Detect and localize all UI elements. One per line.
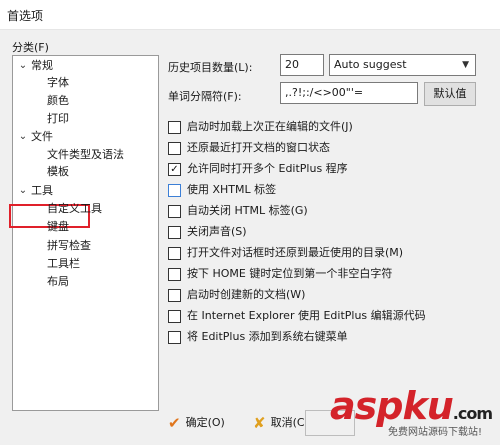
checkbox[interactable]	[168, 289, 181, 302]
category-label: 分类(F)	[12, 41, 49, 54]
tree-item-toolbar[interactable]: 工具栏	[47, 256, 80, 272]
tree-item-label: 文件	[31, 130, 53, 143]
cancel-button-label: 取消(C)	[270, 416, 309, 429]
checkbox[interactable]	[168, 310, 181, 323]
chevron-down-icon[interactable]: ⌄	[17, 129, 29, 145]
suggest-select[interactable]: Auto suggest ▼	[329, 54, 476, 76]
option-label: 将 EditPlus 添加到系统右键菜单	[187, 330, 348, 343]
category-tree[interactable]: ⌄ 常规 字体 颜色 打印 ⌄ 文件 文件类型及语法 模板 ⌄ 工具 自定义工具…	[9, 55, 159, 411]
delimiter-input[interactable]: ,.?!;:/<>00"'=	[280, 82, 418, 104]
chevron-down-icon[interactable]: ⌄	[17, 58, 29, 74]
option-label: 允许同时打开多个 EditPlus 程序	[187, 162, 348, 175]
chevron-down-icon: ▼	[462, 60, 469, 70]
watermark-logo: aspku.com 免费网站源码下载站!	[330, 386, 498, 442]
option-label: 使用 XHTML 标签	[187, 183, 277, 196]
tree-item-templates[interactable]: 模板	[47, 164, 69, 180]
option-label: 按下 HOME 键时定位到第一个非空白字符	[187, 267, 393, 280]
chevron-down-icon[interactable]: ⌄	[17, 183, 29, 199]
checkmark-icon: ✔	[168, 414, 181, 432]
history-count-label: 历史项目数量(L):	[168, 61, 253, 74]
checkbox[interactable]	[168, 247, 181, 260]
checkbox[interactable]	[168, 142, 181, 155]
tree-item-spellcheck[interactable]: 拼写检查	[47, 238, 91, 254]
tree-item-font[interactable]: 字体	[47, 75, 69, 91]
preferences-dialog: 分类(F) ⌄ 常规 字体 颜色 打印 ⌄ 文件 文件类型及语法 模板 ⌄ 工具…	[0, 30, 500, 445]
option-label: 自动关闭 HTML 标签(G)	[187, 204, 308, 217]
ok-button-label: 确定(O)	[185, 416, 225, 429]
option-label: 启动时创建新的文档(W)	[187, 288, 306, 301]
suggest-select-value: Auto suggest	[334, 58, 407, 71]
option-label: 在 Internet Explorer 使用 EditPlus 编辑源代码	[187, 309, 426, 322]
option-label: 关闭声音(S)	[187, 225, 247, 238]
checkbox[interactable]	[168, 226, 181, 239]
checkbox[interactable]	[168, 184, 181, 197]
cancel-button[interactable]: ✘ 取消(C)	[253, 412, 309, 436]
cross-icon: ✘	[253, 414, 266, 432]
checkbox[interactable]	[168, 268, 181, 281]
checkbox-checked[interactable]: ✓	[168, 163, 181, 176]
delimiter-label: 单词分隔符(F):	[168, 90, 242, 103]
watermark-tagline: 免费网站源码下载站!	[388, 427, 483, 438]
history-count-input[interactable]: 20	[280, 54, 324, 76]
option-label: 打开文件对话框时还原到最近使用的目录(M)	[187, 246, 404, 259]
checkbox[interactable]	[168, 205, 181, 218]
default-button[interactable]: 默认值	[424, 82, 476, 106]
checkbox[interactable]	[168, 121, 181, 134]
tree-item-label: 常规	[31, 59, 53, 72]
tree-item-layout[interactable]: 布局	[47, 274, 69, 290]
tree-item-print[interactable]: 打印	[47, 111, 69, 127]
tree-item-label: 工具	[31, 184, 53, 197]
option-label: 启动时加载上次正在编辑的文件(J)	[187, 120, 353, 133]
tree-item-user-tools[interactable]: 自定义工具	[47, 201, 102, 217]
title-bar: 首选项	[0, 0, 500, 30]
tree-item-keyboard[interactable]: 键盘	[47, 219, 69, 235]
ok-button[interactable]: ✔ 确定(O)	[168, 412, 225, 436]
window-title: 首选项	[7, 9, 44, 23]
option-label: 还原最近打开文档的窗口状态	[187, 141, 330, 154]
tree-item-filetypes[interactable]: 文件类型及语法	[47, 147, 124, 163]
tree-item-color[interactable]: 颜色	[47, 93, 69, 109]
checkbox[interactable]	[168, 331, 181, 344]
